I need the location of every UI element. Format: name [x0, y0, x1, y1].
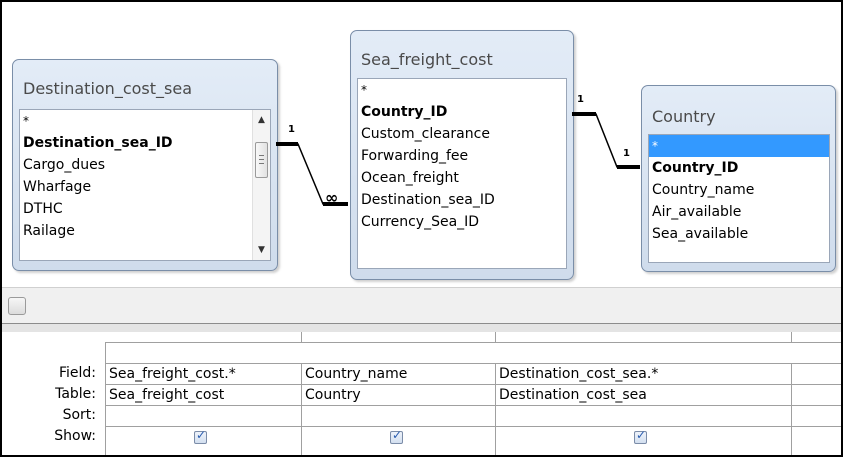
row-label-field: Field: [58, 365, 96, 381]
table-diagram-pane[interactable]: Destination_cost_sea * Destination_sea_I… [2, 2, 841, 287]
join-lines [276, 112, 640, 206]
show-checkbox[interactable] [194, 428, 207, 444]
grid-field-cell[interactable] [792, 364, 841, 385]
grid-table-cell[interactable] [792, 385, 841, 406]
column-selector[interactable] [792, 332, 841, 343]
row-label-sort: Sort: [62, 407, 96, 423]
grid-sort-cell[interactable] [792, 406, 841, 427]
row-label-show: Show: [54, 428, 96, 444]
design-grid-pane: Field: Table: Sort: Show: Sea_freight_co… [2, 332, 841, 455]
grid-sort-cell[interactable] [496, 406, 792, 427]
grid-sort-cell[interactable] [106, 406, 302, 427]
cardinality-one-label: 1 [577, 94, 584, 105]
column-selector[interactable] [105, 332, 302, 343]
column-selector[interactable] [302, 332, 496, 343]
show-checkbox[interactable] [634, 428, 647, 444]
grid-show-cell[interactable] [792, 427, 841, 455]
grid-field-cell[interactable]: Country_name [302, 364, 496, 385]
show-checkbox[interactable] [390, 428, 403, 444]
column-selector[interactable] [496, 332, 792, 343]
grid-table-cell[interactable]: Country [302, 385, 496, 406]
grid-table-cell[interactable]: Destination_cost_sea [496, 385, 792, 406]
cardinality-one-label: 1 [623, 148, 630, 159]
grid-table-cell[interactable]: Sea_freight_cost [106, 385, 302, 406]
grid-field-cell[interactable]: Sea_freight_cost.* [106, 364, 302, 385]
query-design-window: Destination_cost_sea * Destination_sea_I… [0, 0, 843, 457]
diagram-scroll-area[interactable] [2, 287, 841, 324]
row-label-table: Table: [55, 386, 96, 402]
grid-field-cell[interactable]: Destination_cost_sea.* [496, 364, 792, 385]
cardinality-one-label: 1 [288, 124, 295, 135]
scroll-box[interactable] [8, 297, 26, 315]
grid-sort-cell[interactable] [302, 406, 496, 427]
join-sea-freight-country[interactable] [572, 112, 640, 169]
cardinality-many-label: ∞ [325, 188, 339, 207]
